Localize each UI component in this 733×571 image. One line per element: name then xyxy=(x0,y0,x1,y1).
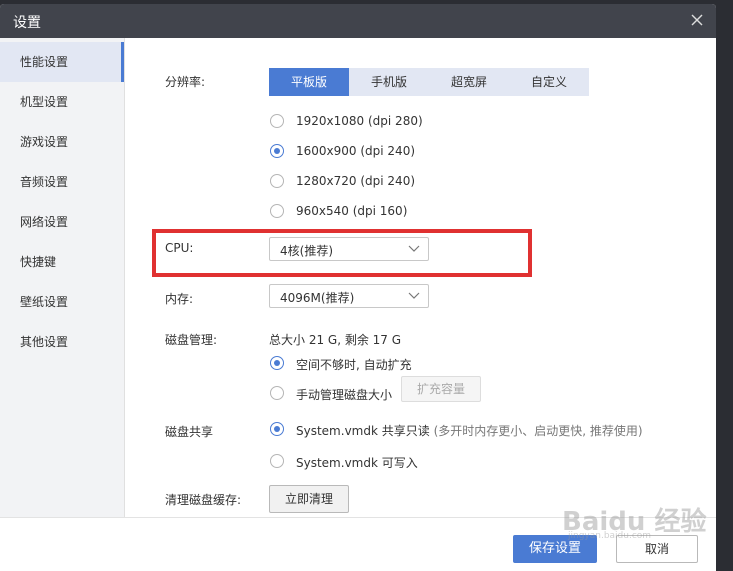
sidebar-item-network[interactable]: 网络设置 xyxy=(0,202,124,242)
share-option-hint: (多开时内存更小、启动更快, 推荐使用) xyxy=(433,424,643,438)
chevron-down-icon xyxy=(408,245,420,252)
resolution-label: 分辨率: xyxy=(165,75,206,89)
memory-select[interactable]: 4096M(推荐) xyxy=(269,284,429,308)
radio-label: 1600x900 (dpi 240) xyxy=(296,144,416,158)
memory-select-value: 4096M(推荐) xyxy=(280,291,355,305)
cpu-select-value: 4核(推荐) xyxy=(280,244,333,258)
close-icon[interactable] xyxy=(686,9,708,31)
title-bar: 设置 xyxy=(0,4,716,38)
tab-phone[interactable]: 手机版 xyxy=(349,68,429,96)
sidebar-item-label: 性能设置 xyxy=(20,55,69,69)
radio-button[interactable] xyxy=(270,114,284,128)
sidebar-item-model[interactable]: 机型设置 xyxy=(0,82,124,122)
radio-button[interactable] xyxy=(270,356,284,370)
background-strip xyxy=(716,40,733,571)
watermark-subtext: jingyan.baidu.com xyxy=(568,531,652,541)
cpu-label: CPU: xyxy=(165,241,194,255)
cache-label: 清理磁盘缓存: xyxy=(165,493,242,507)
sidebar-item-wallpaper[interactable]: 壁纸设置 xyxy=(0,282,124,322)
radio-label: 手动管理磁盘大小 xyxy=(296,388,393,402)
radio-button[interactable] xyxy=(270,422,284,436)
radio-button[interactable] xyxy=(270,204,284,218)
share-label: 磁盘共享 xyxy=(165,425,214,439)
sidebar-item-label: 音频设置 xyxy=(20,175,69,189)
radio-label: 空间不够时, 自动扩充 xyxy=(296,358,412,372)
radio-label: 1280x720 (dpi 240) xyxy=(296,174,416,188)
radio-label: 1920x1080 (dpi 280) xyxy=(296,114,423,128)
cpu-select[interactable]: 4核(推荐) xyxy=(269,237,429,261)
sidebar-item-shortcuts[interactable]: 快捷键 xyxy=(0,242,124,282)
sidebar-item-label: 游戏设置 xyxy=(20,135,69,149)
tab-tablet[interactable]: 平板版 xyxy=(269,68,349,96)
settings-content: 分辨率: 平板版 手机版 超宽屏 自定义 1920x1080 (dpi 280)… xyxy=(125,38,716,517)
share-option-label: System.vmdk 共享只读 xyxy=(296,424,430,438)
tab-ultrawide[interactable]: 超宽屏 xyxy=(429,68,509,96)
sidebar-item-label: 网络设置 xyxy=(20,215,69,229)
sidebar-item-label: 其他设置 xyxy=(20,335,69,349)
chevron-down-icon xyxy=(408,292,420,299)
sidebar-item-game[interactable]: 游戏设置 xyxy=(0,122,124,162)
dialog-title: 设置 xyxy=(13,15,41,31)
sidebar-item-label: 机型设置 xyxy=(20,95,69,109)
radio-button[interactable] xyxy=(270,174,284,188)
sidebar-item-audio[interactable]: 音频设置 xyxy=(0,162,124,202)
sidebar-item-label: 快捷键 xyxy=(20,255,57,269)
baidu-watermark: Baidu 经验 jingyan.baidu.com xyxy=(562,495,706,541)
memory-label: 内存: xyxy=(165,292,194,306)
disk-label: 磁盘管理: xyxy=(165,333,218,347)
radio-button[interactable] xyxy=(270,386,284,400)
sidebar-item-label: 壁纸设置 xyxy=(20,295,69,309)
settings-sidebar: 性能设置 机型设置 游戏设置 音频设置 网络设置 快捷键 壁纸设置 其他设置 xyxy=(0,38,125,517)
expand-capacity-button[interactable]: 扩充容量 xyxy=(401,376,481,402)
resolution-tabs: 平板版 手机版 超宽屏 自定义 xyxy=(269,68,589,96)
radio-label: System.vmdk 共享只读 (多开时内存更小、启动更快, 推荐使用) xyxy=(296,422,643,439)
tab-custom[interactable]: 自定义 xyxy=(509,68,589,96)
disk-summary: 总大小 21 G, 剩余 17 G xyxy=(269,333,402,347)
radio-label: 960x540 (dpi 160) xyxy=(296,204,408,218)
settings-dialog: 设置 性能设置 机型设置 游戏设置 音频设置 网络设置 快捷键 壁纸设置 其他设… xyxy=(0,4,716,571)
clear-cache-button[interactable]: 立即清理 xyxy=(269,485,349,513)
radio-button[interactable] xyxy=(270,144,284,158)
sidebar-item-performance[interactable]: 性能设置 xyxy=(0,42,124,82)
sidebar-item-other[interactable]: 其他设置 xyxy=(0,322,124,362)
radio-button[interactable] xyxy=(270,454,284,468)
radio-label: System.vmdk 可写入 xyxy=(296,456,418,470)
